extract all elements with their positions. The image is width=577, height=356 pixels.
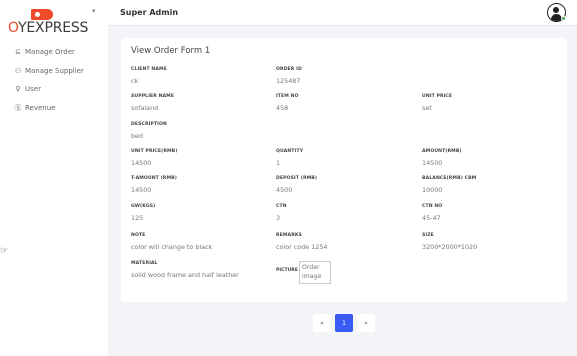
sidebar-item-user[interactable]: ♀ User <box>0 80 108 99</box>
pagination-prev-button[interactable]: « <box>313 314 331 332</box>
field-value: color code 1254 <box>276 243 328 251</box>
field-value: 10000 <box>422 186 443 194</box>
field-t-amount-rmb: T-AMOUNT (RMB) 14500 <box>131 176 177 194</box>
field-label: AMOUNT(RMB) <box>422 149 462 154</box>
sidebar-item-manage-order[interactable]: ⊆ Manage Order <box>0 43 108 62</box>
dollar-icon: Ⓢ <box>14 103 22 112</box>
field-label: ORDER ID <box>276 67 302 72</box>
field-balance-rmb-cbm: BALANCE(RMB) CBM 10000 <box>422 176 476 194</box>
field-value: 125487 <box>276 77 301 85</box>
field-note: NOTE color will change to black <box>131 233 212 251</box>
page-title: Super Admin <box>120 8 179 17</box>
field-client-name: CLIENT NAME ck <box>131 67 167 85</box>
sidebar-item-revenue[interactable]: Ⓢ Revenue <box>0 99 108 118</box>
field-value: 45-47 <box>422 214 441 222</box>
field-label: ITEM NO <box>276 94 299 99</box>
field-label: BALANCE(RMB) CBM <box>422 176 477 181</box>
sidebar-item-label: Manage Order <box>25 48 75 57</box>
field-supplier-name: SUPPLIER NAME sofaland <box>131 94 174 112</box>
sidebar-item-label: Revenue <box>25 103 56 112</box>
field-value: 4500 <box>276 186 293 194</box>
field-value: 1 <box>276 159 281 167</box>
field-label: CTN NO <box>422 204 443 209</box>
pagination-next-button[interactable]: » <box>357 314 375 332</box>
avatar-head <box>553 7 559 13</box>
field-value: 3200*2000*1020 <box>422 243 478 251</box>
field-label: NOTE <box>131 233 146 238</box>
pagination: « 1 » <box>313 314 379 332</box>
sidebar-collapse-icon[interactable]: ▾ <box>92 7 96 15</box>
field-gw-kgs: GW(KGS) 125 <box>131 204 155 222</box>
field-material: MATERIAL solid wood frame and half leath… <box>131 261 239 279</box>
users-icon: ⚇ <box>14 66 22 75</box>
field-ctn-no: CTN NO 45-47 <box>422 204 442 222</box>
sidebar-item-label: Manage Supplier <box>25 66 84 75</box>
field-label: REMARKS <box>276 233 302 238</box>
sidebar-item-label: User <box>25 85 41 94</box>
field-label: T-AMOUNT (RMB) <box>131 176 177 181</box>
online-status-dot <box>561 16 566 21</box>
picture-label: PICTURE <box>276 268 298 273</box>
field-size: SIZE 3200*2000*1020 <box>422 233 477 251</box>
field-label: GW(KGS) <box>131 204 156 209</box>
field-label: UNIT PRICE <box>422 94 453 99</box>
pagination-page-1[interactable]: 1 <box>335 314 353 332</box>
field-value: 14500 <box>131 186 152 194</box>
field-label: SUPPLIER NAME <box>131 94 175 99</box>
form-title: View Order Form 1 <box>131 46 211 56</box>
order-form-card: View Order Form 1 CLIENT NAME ck ORDER I… <box>121 38 567 302</box>
field-deposit-rmb: DEPOSIT (RMB) 4500 <box>276 176 317 194</box>
logo-text: OYEXPRESS <box>8 20 89 36</box>
field-description: DESCRIPTION bed <box>131 122 167 140</box>
sidebar-item-manage-supplier[interactable]: ⚇ Manage Supplier <box>0 62 108 81</box>
field-label: CTN <box>276 204 287 209</box>
field-label: MATERIAL <box>131 261 158 266</box>
field-value: sofaland <box>131 104 159 112</box>
avatar-body <box>550 14 562 21</box>
field-label: CLIENT NAME <box>131 67 167 72</box>
field-unit-price-rmb: UNIT PRICE(RMB) 14500 <box>131 149 177 167</box>
field-remarks: REMARKS color code 1254 <box>276 233 327 251</box>
field-value: ck <box>131 77 139 85</box>
cart-icon: ⊆ <box>15 48 21 57</box>
field-value: solid wood frame and half leather <box>131 271 239 279</box>
field-value: set <box>422 104 432 112</box>
hand-cursor-icon: ☞ <box>0 246 9 256</box>
field-value: 14500 <box>131 159 152 167</box>
field-quantity: QUANTITY 1 <box>276 149 303 167</box>
field-label: SIZE <box>422 233 434 238</box>
sidebar-nav: ⊆ Manage Order ⚇ Manage Supplier ♀ User … <box>0 43 108 117</box>
field-value: bed <box>131 132 144 140</box>
field-label: DEPOSIT (RMB) <box>276 176 318 181</box>
field-value: 14500 <box>422 159 443 167</box>
field-amount-rmb: AMOUNT(RMB) 14500 <box>422 149 462 167</box>
field-label: UNIT PRICE(RMB) <box>131 149 178 154</box>
field-ctn: CTN 3 <box>276 204 287 222</box>
field-value: color will change to black <box>131 243 213 251</box>
field-value: 3 <box>276 214 281 222</box>
field-value: 125 <box>131 214 144 222</box>
field-value: 458 <box>276 104 289 112</box>
field-order-id: ORDER ID 125487 <box>276 67 302 85</box>
field-unit-price: UNIT PRICE set <box>422 94 452 112</box>
field-label: QUANTITY <box>276 149 303 154</box>
sidebar: OYEXPRESS ▾ ⊆ Manage Order ⚇ Manage Supp… <box>0 0 108 356</box>
logo-mark-icon <box>31 9 53 20</box>
order-image: Order image <box>299 261 331 284</box>
brand-logo[interactable]: OYEXPRESS <box>8 6 92 38</box>
field-label: DESCRIPTION <box>131 122 167 127</box>
field-item-no: ITEM NO 458 <box>276 94 299 112</box>
user-icon: ♀ <box>15 85 21 94</box>
top-bar: Super Admin <box>108 0 577 26</box>
